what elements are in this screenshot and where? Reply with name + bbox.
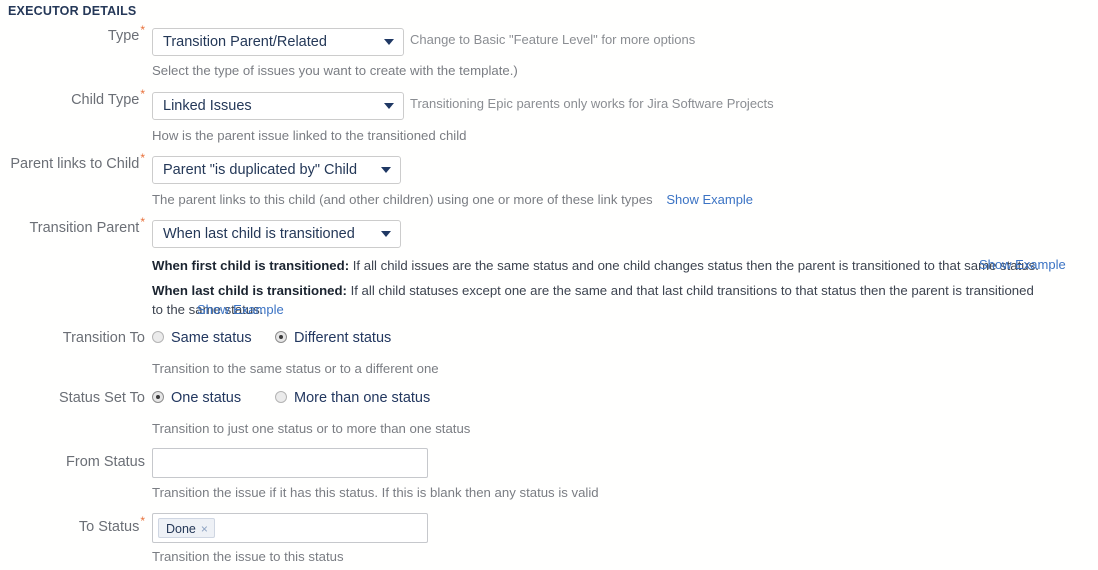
- show-example-link-parent-links[interactable]: Show Example: [666, 192, 753, 207]
- parent-links-select-value: Parent "is duplicated by" Child: [163, 162, 358, 178]
- transition-parent-explain-last: When last child is transitioned: If all …: [152, 281, 1042, 319]
- required-asterisk: *: [140, 514, 145, 529]
- required-asterisk: *: [140, 23, 145, 38]
- type-label: Type*: [107, 23, 145, 44]
- transition-to-label: Transition To: [62, 330, 145, 346]
- radio-one-status[interactable]: One status: [152, 390, 241, 406]
- child-type-select[interactable]: Linked Issues: [152, 92, 404, 120]
- transition-to-hint: Transition to the same status or to a di…: [152, 361, 439, 376]
- parent-links-label: Parent links to Child*: [10, 151, 145, 172]
- child-type-side-hint: Transitioning Epic parents only works fo…: [410, 96, 774, 111]
- radio-same-status[interactable]: Same status: [152, 330, 252, 346]
- parent-links-hint: The parent links to this child (and othe…: [152, 192, 753, 207]
- chevron-down-icon: [384, 39, 394, 45]
- section-title: EXECUTOR DETAILS: [8, 4, 137, 18]
- close-icon[interactable]: ×: [201, 522, 208, 536]
- transition-parent-select[interactable]: When last child is transitioned: [152, 220, 401, 248]
- chevron-down-icon: [381, 231, 391, 237]
- radio-different-status[interactable]: Different status: [275, 330, 391, 346]
- parent-links-hint-text: The parent links to this child (and othe…: [152, 192, 653, 207]
- explain-last-title: When last child is transitioned:: [152, 283, 347, 298]
- radio-different-status-label: Different status: [294, 330, 392, 346]
- explain-first-text: If all child issues are the same status …: [349, 258, 1039, 273]
- radio-indicator[interactable]: [152, 391, 164, 403]
- required-asterisk: *: [140, 87, 145, 102]
- required-asterisk: *: [140, 215, 145, 230]
- type-select-value: Transition Parent/Related: [163, 34, 327, 50]
- status-tag-done[interactable]: Done ×: [158, 518, 215, 538]
- chevron-down-icon: [381, 167, 391, 173]
- type-select[interactable]: Transition Parent/Related: [152, 28, 404, 56]
- radio-more-than-one-status-label: More than one status: [294, 390, 431, 406]
- status-tag-label: Done: [166, 522, 196, 536]
- to-status-input[interactable]: Done ×: [152, 513, 428, 543]
- child-type-select-value: Linked Issues: [163, 98, 252, 114]
- status-set-to-hint: Transition to just one status or to more…: [152, 421, 471, 436]
- radio-same-status-label: Same status: [171, 330, 252, 346]
- radio-indicator[interactable]: [152, 331, 164, 343]
- status-set-to-label: Status Set To: [59, 390, 145, 406]
- from-status-label: From Status: [66, 454, 145, 470]
- from-status-hint: Transition the issue if it has this stat…: [152, 485, 599, 500]
- transition-parent-explain-first: When first child is transitioned: If all…: [152, 256, 1052, 275]
- type-side-hint: Change to Basic "Feature Level" for more…: [410, 32, 696, 47]
- show-example-link-last-child[interactable]: Show Example: [197, 302, 284, 317]
- child-type-hint: How is the parent issue linked to the tr…: [152, 128, 467, 143]
- parent-links-select[interactable]: Parent "is duplicated by" Child: [152, 156, 401, 184]
- chevron-down-icon: [384, 103, 394, 109]
- to-status-hint: Transition the issue to this status: [152, 549, 344, 564]
- from-status-input[interactable]: [152, 448, 428, 478]
- show-example-link-first-child[interactable]: Show Example: [979, 257, 1066, 272]
- child-type-label: Child Type*: [71, 87, 145, 108]
- required-asterisk: *: [140, 151, 145, 166]
- transition-parent-select-value: When last child is transitioned: [163, 226, 355, 242]
- radio-indicator[interactable]: [275, 331, 287, 343]
- transition-parent-label: Transition Parent*: [29, 215, 145, 236]
- explain-first-title: When first child is transitioned:: [152, 258, 350, 273]
- type-hint: Select the type of issues you want to cr…: [152, 63, 518, 78]
- radio-indicator[interactable]: [275, 391, 287, 403]
- radio-one-status-label: One status: [171, 390, 242, 406]
- radio-more-than-one-status[interactable]: More than one status: [275, 390, 430, 406]
- to-status-label: To Status*: [78, 514, 145, 535]
